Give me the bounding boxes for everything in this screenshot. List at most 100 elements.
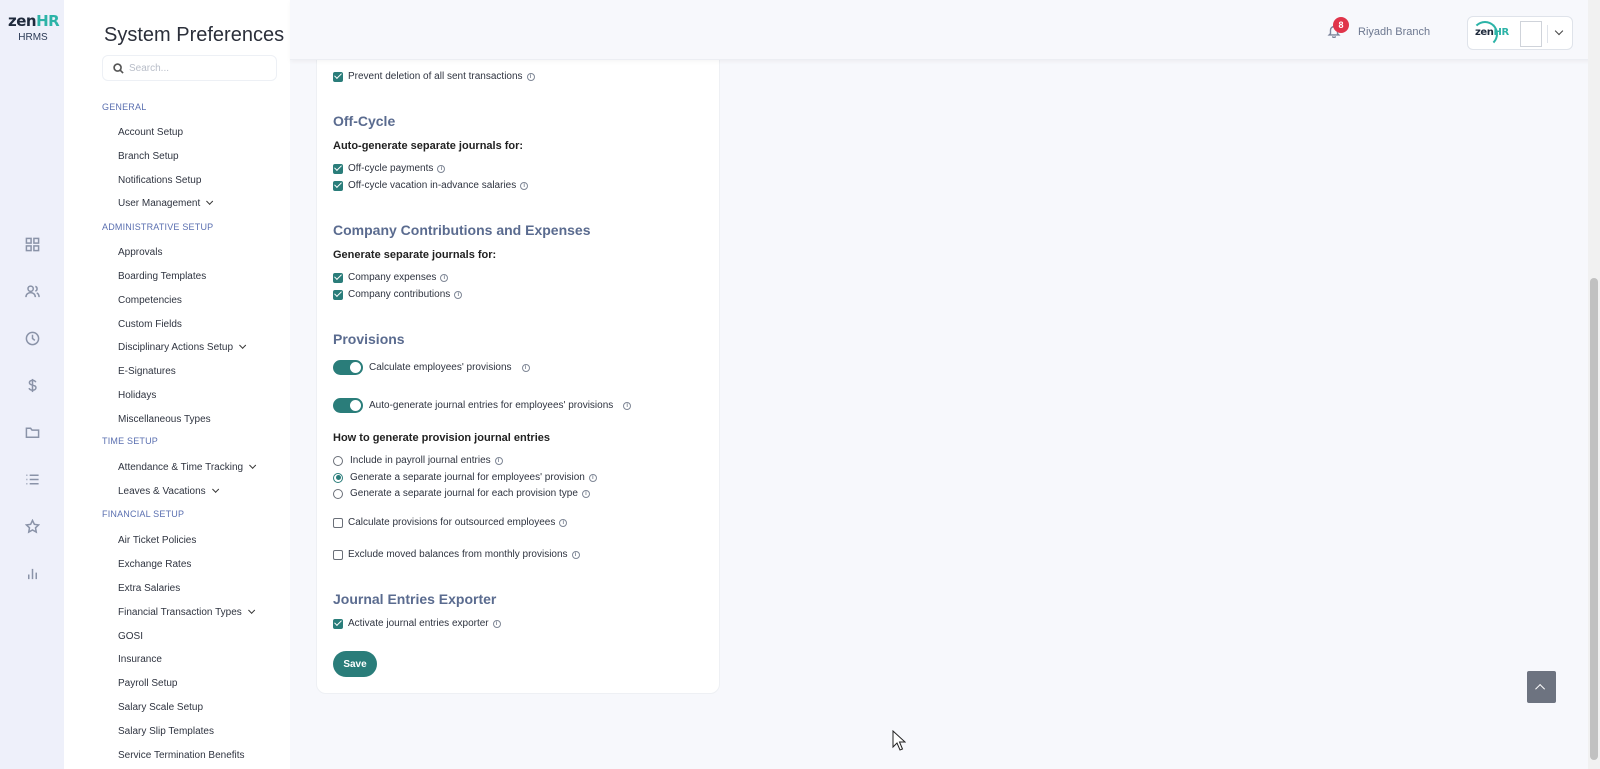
nav-item-salary-slip[interactable]: Salary Slip Templates: [118, 726, 214, 737]
info-icon[interactable]: i: [494, 456, 503, 465]
prevent-deletion-label: Prevent deletion of all sent transaction…: [348, 71, 523, 82]
nav-item-gosi[interactable]: GOSI: [118, 631, 143, 642]
info-icon[interactable]: i: [520, 181, 529, 190]
nav-item-exchange-rates[interactable]: Exchange Rates: [118, 559, 191, 570]
nav-item-holidays[interactable]: Holidays: [118, 390, 156, 401]
info-icon[interactable]: i: [623, 401, 632, 410]
radio-include-label: Include in payroll journal entries: [350, 455, 491, 466]
search-box: [102, 55, 277, 81]
chevron-down-icon: [1554, 26, 1564, 36]
notification-badge: 8: [1333, 17, 1349, 33]
company-logo-accent: HR: [1493, 27, 1510, 38]
radio-include-payroll[interactable]: [333, 455, 343, 466]
off-cycle-payments-row: Off-cycle payments i: [333, 163, 446, 174]
off-cycle-title: Off-Cycle: [333, 113, 396, 129]
bar-chart-icon[interactable]: [20, 561, 44, 585]
nav-item-label: Attendance & Time Tracking: [118, 462, 244, 473]
icon-rail: zenHR HRMS: [0, 0, 64, 769]
nav-item-boarding-templates[interactable]: Boarding Templates: [118, 271, 206, 282]
nav-item-branch-setup[interactable]: Branch Setup: [118, 151, 179, 162]
nav-item-financial-transaction-types[interactable]: Financial Transaction Types: [118, 606, 255, 618]
provision-method-title: How to generate provision journal entrie…: [333, 432, 550, 444]
company-contributions-label: Company contributions: [348, 289, 451, 300]
activate-exporter-row: Activate journal entries exporter i: [333, 618, 501, 629]
clock-icon[interactable]: [20, 326, 44, 350]
people-icon[interactable]: [20, 279, 44, 303]
auto-generate-provisions-row: Auto-generate journal entries for employ…: [333, 398, 632, 413]
nav-item-competencies[interactable]: Competencies: [118, 295, 182, 306]
nav-item-approvals[interactable]: Approvals: [118, 247, 162, 258]
info-icon[interactable]: i: [437, 164, 446, 173]
company-expenses-checkbox[interactable]: [333, 272, 343, 283]
dashboard-icon[interactable]: [20, 232, 44, 256]
info-icon[interactable]: i: [571, 550, 580, 559]
profile-menu[interactable]: zenHR: [1467, 16, 1573, 50]
info-icon[interactable]: i: [559, 518, 568, 527]
info-icon[interactable]: i: [454, 290, 463, 299]
nav-item-label: User Management: [118, 198, 201, 209]
auto-generate-provisions-label: Auto-generate journal entries for employ…: [369, 400, 614, 411]
search-input[interactable]: [129, 60, 269, 77]
radio-separate-type[interactable]: [333, 488, 343, 499]
nav-item-insurance[interactable]: Insurance: [118, 654, 162, 665]
list-icon[interactable]: [20, 467, 44, 491]
prevent-deletion-checkbox[interactable]: [333, 71, 343, 82]
company-subtitle: Generate separate journals for:: [333, 249, 497, 261]
company-contributions-checkbox[interactable]: [333, 289, 343, 300]
top-header: 8 Riyadh Branch zenHR: [290, 0, 1600, 60]
exclude-moved-checkbox[interactable]: [333, 549, 343, 560]
info-icon[interactable]: i: [440, 273, 449, 282]
activate-exporter-checkbox[interactable]: [333, 618, 343, 629]
exclude-moved-label: Exclude moved balances from monthly prov…: [348, 549, 568, 560]
calculate-provisions-label: Calculate employees' provisions: [369, 362, 512, 373]
mouse-cursor-icon: [892, 730, 906, 751]
app-logo[interactable]: zenHR HRMS: [8, 12, 60, 43]
scroll-to-top-button[interactable]: [1527, 671, 1556, 703]
info-icon[interactable]: i: [526, 72, 535, 81]
page-scrollbar[interactable]: [1588, 0, 1600, 769]
info-icon[interactable]: i: [521, 363, 530, 372]
nav-item-account-setup[interactable]: Account Setup: [118, 127, 183, 138]
star-icon[interactable]: [20, 514, 44, 538]
auto-generate-provisions-toggle[interactable]: [333, 398, 363, 413]
calculate-provisions-toggle[interactable]: [333, 360, 363, 375]
chevron-down-icon: [249, 461, 257, 469]
nav-item-extra-salaries[interactable]: Extra Salaries: [118, 583, 180, 594]
info-icon[interactable]: i: [588, 473, 597, 482]
off-cycle-vacation-label: Off-cycle vacation in-advance salaries: [348, 180, 517, 191]
nav-item-disciplinary-actions[interactable]: Disciplinary Actions Setup: [118, 341, 247, 353]
nav-item-label: Disciplinary Actions Setup: [118, 342, 234, 353]
company-logo-main: zen: [1475, 27, 1494, 38]
divider: [1547, 25, 1548, 43]
settings-sidebar: System Preferences GENERAL Account Setup…: [64, 0, 290, 769]
outsourced-row: Calculate provisions for outsourced empl…: [333, 517, 568, 528]
nav-item-attendance[interactable]: Attendance & Time Tracking: [118, 461, 257, 473]
off-cycle-vacation-checkbox[interactable]: [333, 180, 343, 191]
nav-item-service-termination[interactable]: Service Termination Benefits: [118, 750, 245, 761]
nav-item-air-ticket[interactable]: Air Ticket Policies: [118, 535, 196, 546]
outsourced-checkbox[interactable]: [333, 517, 343, 528]
page-title: System Preferences: [104, 24, 285, 46]
nav-item-leaves[interactable]: Leaves & Vacations: [118, 485, 219, 497]
nav-item-label: Leaves & Vacations: [118, 486, 206, 497]
info-icon[interactable]: i: [581, 489, 590, 498]
nav-item-notifications-setup[interactable]: Notifications Setup: [118, 175, 201, 186]
folder-icon[interactable]: [20, 420, 44, 444]
nav-item-payroll-setup[interactable]: Payroll Setup: [118, 678, 177, 689]
notifications-button[interactable]: 8: [1327, 17, 1349, 40]
prevent-deletion-row: Prevent deletion of all sent transaction…: [333, 71, 535, 82]
nav-item-salary-scale[interactable]: Salary Scale Setup: [118, 702, 203, 713]
info-icon[interactable]: i: [492, 619, 501, 628]
save-button[interactable]: Save: [333, 651, 377, 677]
dollar-icon[interactable]: [20, 373, 44, 397]
nav-item-user-management[interactable]: User Management: [118, 197, 214, 209]
radio-separate-employee[interactable]: [333, 472, 343, 483]
nav-item-custom-fields[interactable]: Custom Fields: [118, 319, 182, 330]
nav-item-misc-types[interactable]: Miscellaneous Types: [118, 414, 211, 425]
off-cycle-payments-checkbox[interactable]: [333, 163, 343, 174]
logo-subtitle: HRMS: [18, 32, 48, 43]
chevron-down-icon: [206, 197, 214, 205]
scrollbar-thumb[interactable]: [1590, 278, 1598, 760]
branch-selector[interactable]: Riyadh Branch: [1358, 26, 1430, 38]
nav-item-e-signatures[interactable]: E-Signatures: [118, 366, 176, 377]
